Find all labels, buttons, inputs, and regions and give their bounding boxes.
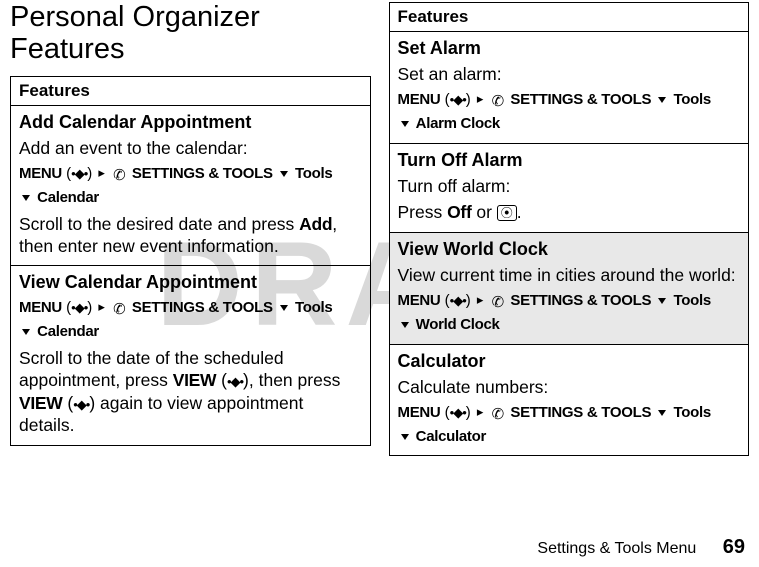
center-key-icon: •◆• [73,397,89,414]
feature-title: Turn Off Alarm [398,150,741,171]
menu-path: MENU (•◆•) ▸ ✆ SETTINGS & TOOLS Tools Ca… [19,297,362,343]
menu-label: MENU [398,404,441,421]
settings-label: SETTINGS & TOOLS [132,165,273,182]
feature-world-clock: View World Clock View current time in ci… [390,233,749,345]
feature-title: Set Alarm [398,38,741,59]
right-column: Features Set Alarm Set an alarm: MENU (•… [389,2,750,456]
settings-icon: ✆ [492,404,505,426]
text: . [517,202,522,222]
center-key-icon: •◆• [227,374,243,391]
down-triangle-icon [22,195,30,201]
right-arrow-icon: ▸ [477,90,484,109]
settings-icon: ✆ [113,165,126,187]
feature-desc: View current time in cities around the w… [398,264,741,286]
feature-instructions: Scroll to the desired date and press Add… [19,213,362,258]
menu-label: MENU [19,299,62,316]
down-triangle-icon [22,329,30,335]
submenu-label: Calculator [416,428,486,445]
right-arrow-icon: ▸ [477,403,484,422]
feature-instructions: Scroll to the date of the scheduled appo… [19,347,362,437]
menu-path: MENU (•◆•) ▸ ✆ SETTINGS & TOOLS Tools Ca… [19,163,362,209]
end-key-icon: ⦿ [497,205,517,221]
tools-label: Tools [295,165,332,182]
text: Scroll to the date of the scheduled appo… [19,348,284,390]
feature-desc: Set an alarm: [398,63,741,85]
center-key-icon: •◆• [71,165,87,184]
feature-desc: Calculate numbers: [398,376,741,398]
settings-icon: ✆ [492,91,505,113]
right-arrow-icon: ▸ [98,298,105,317]
off-label: Off [447,202,471,222]
feature-title: View World Clock [398,239,741,260]
features-header: Features [390,3,749,32]
features-header: Features [11,77,370,106]
feature-turn-off-alarm: Turn Off Alarm Turn off alarm: Press Off… [390,144,749,233]
settings-icon: ✆ [113,299,126,321]
text: Press [398,202,448,222]
tools-label: Tools [674,91,711,108]
down-triangle-icon [280,305,288,311]
page-title: Personal Organizer Features [10,2,371,66]
right-arrow-icon: ▸ [98,164,105,183]
text: or [471,202,496,222]
feature-desc: Turn off alarm: [398,175,741,197]
feature-view-calendar: View Calendar Appointment MENU (•◆•) ▸ ✆… [11,266,370,444]
add-label: Add [299,214,332,234]
view-label: VIEW [19,393,63,413]
feature-add-calendar: Add Calendar Appointment Add an event to… [11,106,370,267]
feature-calculator: Calculator Calculate numbers: MENU (•◆•)… [390,345,749,456]
down-triangle-icon [280,171,288,177]
down-triangle-icon [401,322,409,328]
footer-section: Settings & Tools Menu [537,540,696,557]
page-content: Personal Organizer Features Features Add… [0,0,759,456]
page-number: 69 [723,536,745,558]
submenu-label: Alarm Clock [416,115,500,132]
submenu-label: Calendar [37,189,99,206]
page-footer: Settings & Tools Menu 69 [537,536,745,559]
submenu-label: World Clock [416,316,500,333]
menu-label: MENU [398,91,441,108]
view-label: VIEW [173,370,217,390]
feature-desc: Add an event to the calendar: [19,137,362,159]
down-triangle-icon [401,434,409,440]
tools-label: Tools [674,404,711,421]
submenu-label: Calendar [37,323,99,340]
feature-set-alarm: Set Alarm Set an alarm: MENU (•◆•) ▸ ✆ S… [390,32,749,144]
tools-label: Tools [674,292,711,309]
feature-title: Calculator [398,351,741,372]
center-key-icon: •◆• [450,404,466,423]
settings-icon: ✆ [492,292,505,314]
tools-label: Tools [295,299,332,316]
menu-label: MENU [398,292,441,309]
feature-title: Add Calendar Appointment [19,112,362,133]
features-table-left: Features Add Calendar Appointment Add an… [10,76,371,446]
text: , then press [249,370,340,390]
down-triangle-icon [401,121,409,127]
menu-path: MENU (•◆•) ▸ ✆ SETTINGS & TOOLS Tools Al… [398,89,741,135]
text: Scroll to the desired date and press [19,214,299,234]
center-key-icon: •◆• [450,292,466,311]
menu-path: MENU (•◆•) ▸ ✆ SETTINGS & TOOLS Tools Ca… [398,402,741,448]
menu-path: MENU (•◆•) ▸ ✆ SETTINGS & TOOLS Tools Wo… [398,290,741,336]
center-key-icon: •◆• [71,299,87,318]
left-column: Personal Organizer Features Features Add… [10,2,371,456]
settings-label: SETTINGS & TOOLS [510,292,651,309]
center-key-icon: •◆• [450,91,466,110]
menu-label: MENU [19,165,62,182]
down-triangle-icon [658,298,666,304]
features-table-right: Features Set Alarm Set an alarm: MENU (•… [389,2,750,456]
down-triangle-icon [658,97,666,103]
feature-instructions: Press Off or ⦿. [398,201,741,223]
settings-label: SETTINGS & TOOLS [510,91,651,108]
settings-label: SETTINGS & TOOLS [510,404,651,421]
right-arrow-icon: ▸ [477,291,484,310]
down-triangle-icon [658,410,666,416]
settings-label: SETTINGS & TOOLS [132,299,273,316]
feature-title: View Calendar Appointment [19,272,362,293]
